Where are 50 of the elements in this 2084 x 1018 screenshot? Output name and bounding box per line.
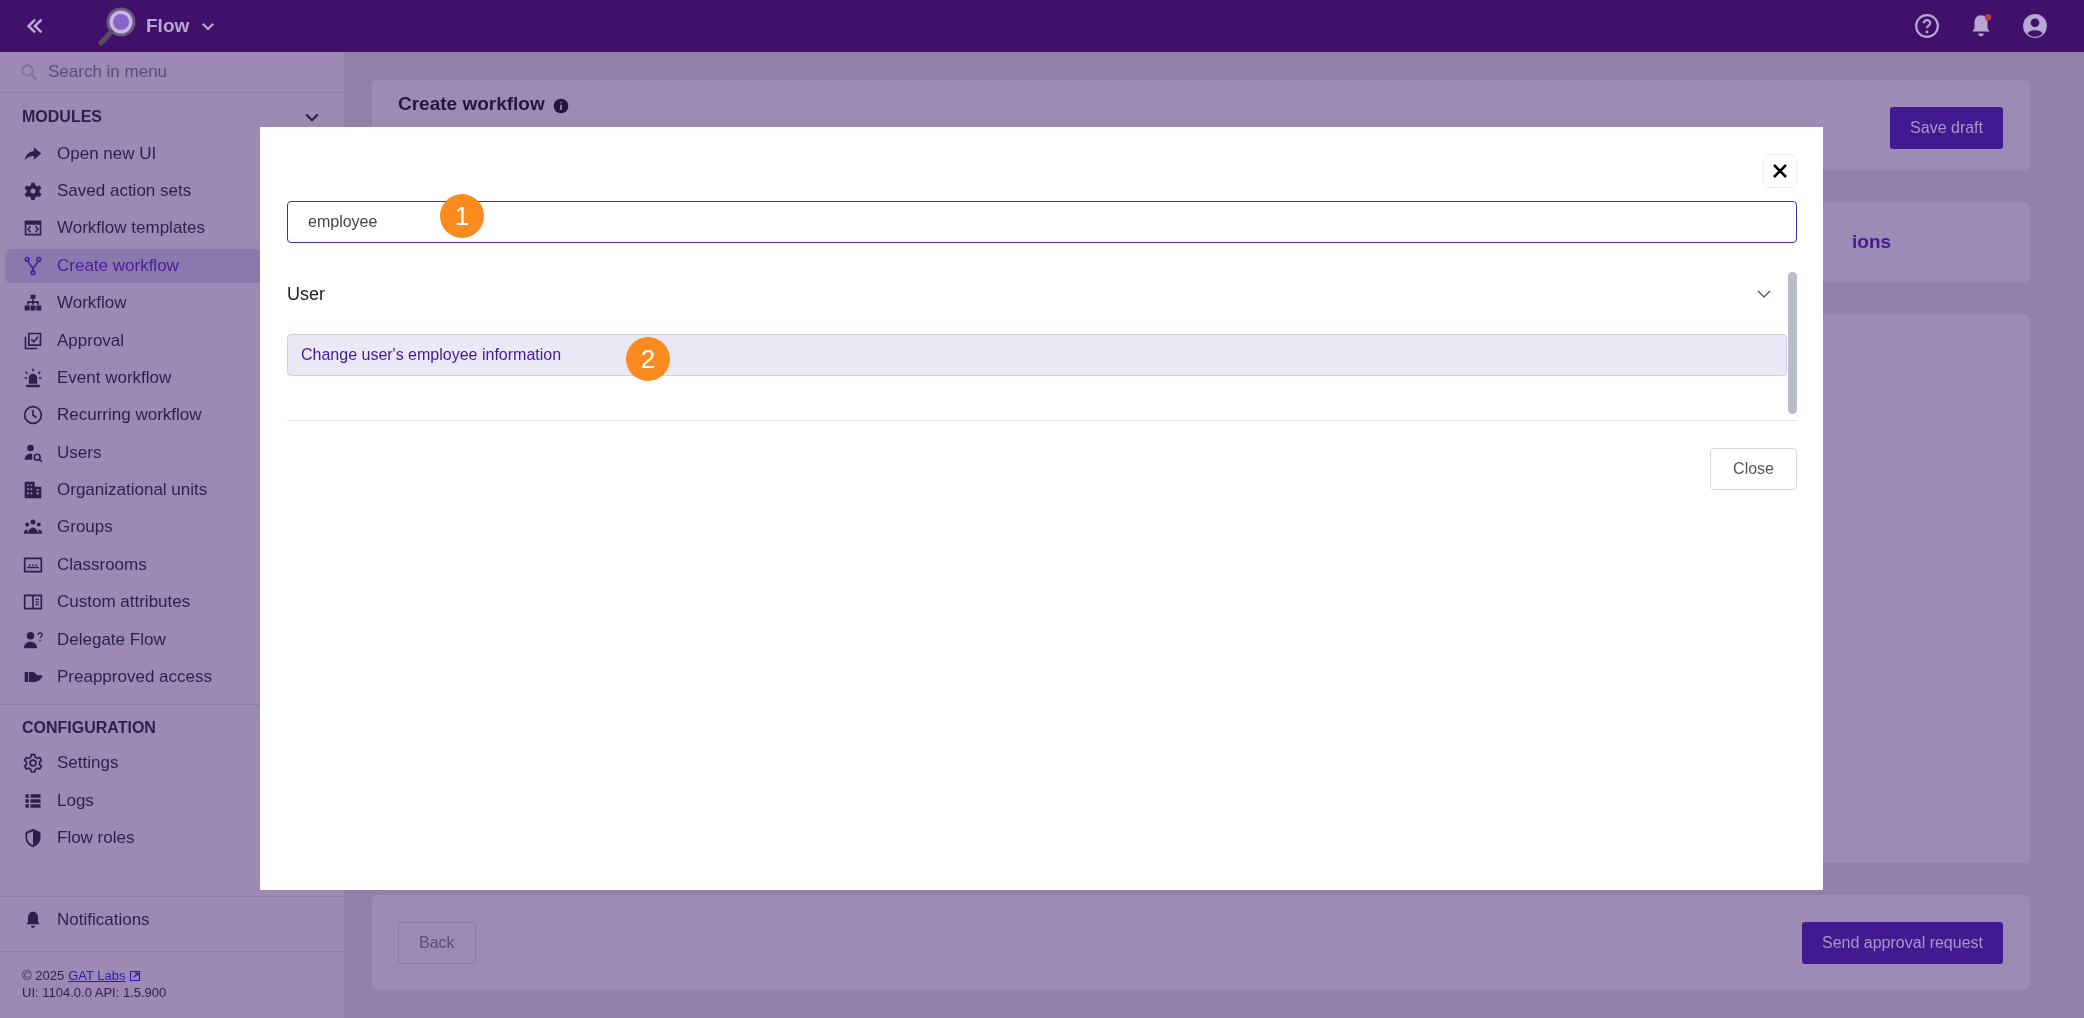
send-approval-button[interactable]: Send approval request <box>1802 921 2003 964</box>
page-title: Create workflow <box>398 93 545 115</box>
menu-item[interactable]: Classrooms <box>5 547 339 582</box>
version-text: UI: 1104.0.0 API: 1.5.900 <box>22 985 168 1000</box>
menu-item[interactable]: Recurring workflow <box>5 398 339 433</box>
shield-icon <box>23 828 43 849</box>
section-heading: CONFIGURATION <box>22 718 156 737</box>
user-search-icon <box>23 442 43 463</box>
menu-item[interactable]: Preapproved access <box>5 659 339 694</box>
branch-icon <box>23 255 43 276</box>
menu-item[interactable]: Organizational units <box>5 473 339 508</box>
close-button[interactable]: Close <box>1710 448 1797 490</box>
search-icon <box>20 63 38 81</box>
company-link[interactable]: GAT Labs <box>68 968 126 983</box>
app-name[interactable]: Flow <box>146 15 190 37</box>
save-draft-button[interactable]: Save draft <box>1890 107 2003 149</box>
menu-item[interactable]: Users <box>5 435 339 470</box>
siren-icon <box>23 367 43 388</box>
group-title: User <box>287 283 325 305</box>
help-icon[interactable] <box>1914 13 1940 39</box>
menu-item[interactable]: Notifications <box>5 903 339 937</box>
section-title: ions <box>1852 231 1892 253</box>
menu-item[interactable]: Delegate Flow <box>5 622 339 657</box>
sitemap-icon <box>23 293 43 314</box>
close-icon <box>1771 162 1789 180</box>
panel-icon <box>23 592 43 613</box>
menu-item[interactable]: Groups <box>5 510 339 545</box>
close-button[interactable] <box>1763 154 1797 188</box>
back-button[interactable]: Back <box>398 921 476 964</box>
building-icon <box>23 480 43 501</box>
section-heading: MODULES <box>22 108 102 126</box>
gear-icon <box>23 181 43 202</box>
menu-search-field[interactable]: Search in menu <box>46 61 310 83</box>
check-list-icon <box>23 330 43 351</box>
clock-icon <box>23 405 43 426</box>
scrollbar[interactable] <box>1788 272 1797 414</box>
settings-icon <box>23 753 43 774</box>
magnifier-logo-icon <box>98 6 138 46</box>
menu-item[interactable]: Settings <box>5 746 339 781</box>
window-icon <box>23 218 43 239</box>
menu-item[interactable]: Flow roles <box>5 821 339 856</box>
menu-item[interactable]: Logs <box>5 783 339 818</box>
external-link-icon[interactable] <box>129 969 142 982</box>
account-icon[interactable] <box>2022 13 2048 39</box>
copyright-text: © 2025 <box>22 968 65 983</box>
step-marker: 1 <box>440 194 484 238</box>
info-icon[interactable] <box>552 98 569 114</box>
menu-item[interactable]: Custom attributes <box>5 585 339 620</box>
user-question-icon <box>23 629 43 650</box>
menu-item[interactable]: Open new UI <box>5 136 339 171</box>
